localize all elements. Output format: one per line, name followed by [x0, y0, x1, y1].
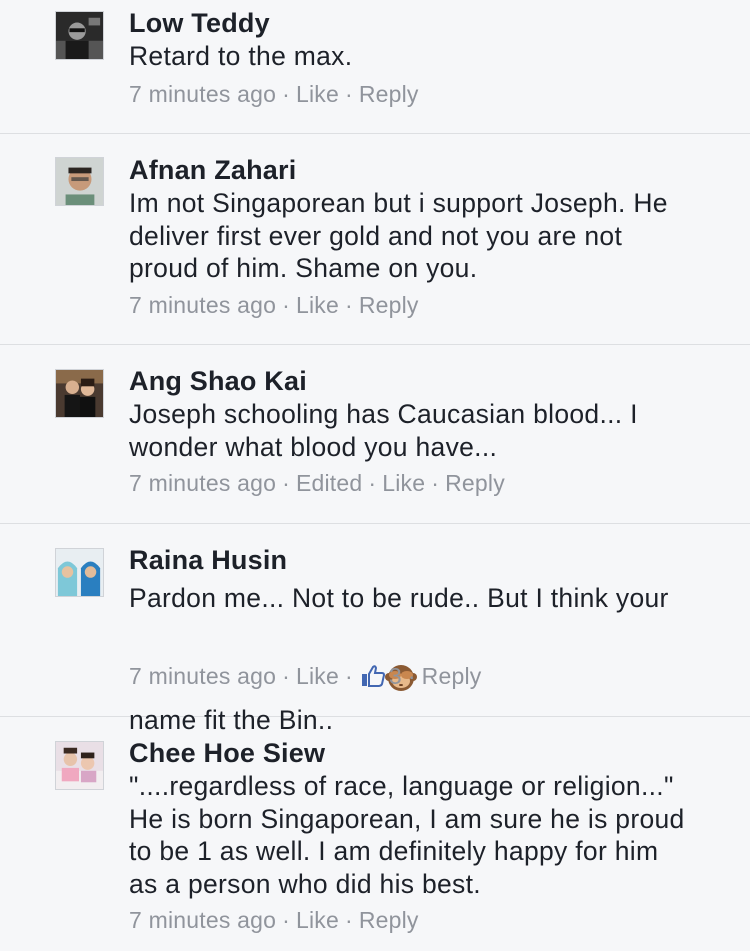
separator-dot: ·	[431, 470, 440, 496]
separator-dot: ·	[282, 663, 290, 689]
comment-text: Joseph schooling has Caucasian blood... …	[129, 399, 638, 462]
comment-meta: 7 minutes ago · Like · Reply	[129, 81, 419, 108]
separator-dot: ·	[344, 663, 353, 689]
comment-timestamp[interactable]: 7 minutes ago	[129, 907, 276, 933]
like-link[interactable]: Like	[296, 663, 339, 689]
separator-dot: ·	[344, 81, 353, 107]
comment-author[interactable]: Ang Shao Kai	[129, 366, 307, 397]
reply-link[interactable]: Reply	[445, 470, 505, 496]
like-link[interactable]: Like	[296, 81, 339, 107]
reply-link[interactable]: Reply	[422, 663, 482, 689]
avatar[interactable]	[55, 369, 104, 418]
reply-link[interactable]: Reply	[359, 81, 419, 107]
comment-meta: 7 minutes ago · Like · Reply	[129, 292, 419, 319]
comment-meta: 7 minutes ago · Edited · Like · Reply	[129, 470, 505, 497]
separator-dot: ·	[368, 470, 377, 496]
edited-label[interactable]: Edited	[296, 470, 362, 496]
like-link[interactable]: Like	[296, 292, 339, 318]
comment-meta: 7 minutes ago · Like · Reply	[129, 907, 419, 934]
separator-dot: ·	[344, 907, 353, 933]
like-link[interactable]: Like	[382, 470, 425, 496]
separator-dot: ·	[282, 81, 290, 107]
comment-text: Retard to the max.	[129, 41, 353, 71]
comment-meta: 7 minutes ago · Like · 3 · Reply	[129, 663, 481, 693]
comment-author[interactable]: Chee Hoe Siew	[129, 738, 325, 769]
comment-item: Afnan Zahari Im not Singaporean but i su…	[0, 134, 750, 345]
avatar[interactable]	[55, 157, 104, 206]
comment-author[interactable]: Afnan Zahari	[129, 155, 296, 186]
comment-timestamp[interactable]: 7 minutes ago	[129, 470, 276, 496]
separator-dot: ·	[282, 907, 290, 933]
profile-photo-icon	[56, 370, 103, 417]
thumbs-up-icon[interactable]	[361, 665, 385, 693]
separator-dot: ·	[344, 292, 353, 318]
comment-item: Low Teddy Retard to the max. 7 minutes a…	[0, 0, 750, 134]
reply-link[interactable]: Reply	[359, 907, 419, 933]
profile-photo-icon	[56, 158, 103, 205]
comment-item: Raina Husin Pardon me... Not to be rude.…	[0, 524, 750, 735]
separator-dot: ·	[282, 470, 290, 496]
avatar[interactable]	[55, 11, 104, 60]
separator-dot: ·	[282, 292, 290, 318]
comment-text: Im not Singaporean but i support Joseph.…	[129, 188, 668, 283]
comment-timestamp[interactable]: 7 minutes ago	[129, 292, 276, 318]
separator-dot: ·	[407, 663, 416, 689]
reply-link[interactable]: Reply	[359, 292, 419, 318]
like-link[interactable]: Like	[296, 907, 339, 933]
comment-author[interactable]: Low Teddy	[129, 8, 270, 39]
comment-timestamp[interactable]: 7 minutes ago	[129, 81, 276, 107]
comment-timestamp[interactable]: 7 minutes ago	[129, 663, 276, 689]
like-count[interactable]: 3	[389, 663, 402, 689]
profile-photo-icon	[56, 12, 103, 59]
profile-photo-icon	[56, 549, 103, 596]
avatar[interactable]	[55, 548, 104, 597]
comment-item: Chee Hoe Siew "....regardless of race, l…	[0, 717, 750, 951]
comment-item: Ang Shao Kai Joseph schooling has Caucas…	[0, 345, 750, 524]
comment-author[interactable]: Raina Husin	[129, 545, 287, 576]
comment-text: "....regardless of race, language or rel…	[129, 771, 685, 899]
profile-photo-icon	[56, 742, 103, 789]
avatar[interactable]	[55, 741, 104, 790]
